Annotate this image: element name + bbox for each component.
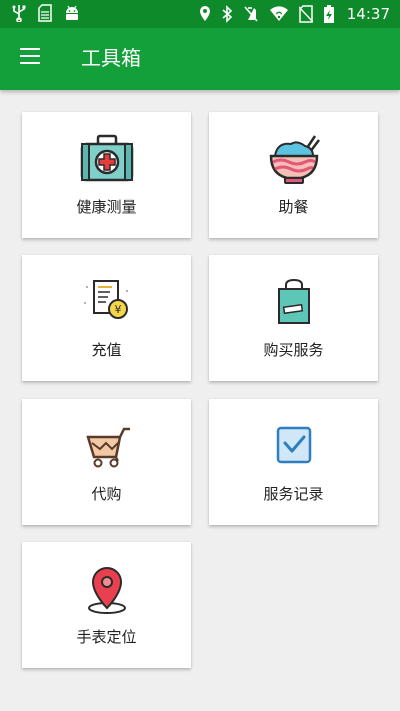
tool-label: 健康测量 [76, 198, 137, 216]
no-sim-icon [298, 5, 313, 23]
tool-label: 助餐 [278, 198, 309, 216]
tool-card-service-record[interactable]: 服务记录 [209, 399, 378, 525]
location-pin-icon [77, 564, 137, 620]
sim-card-icon [38, 4, 52, 22]
tool-label: 服务记录 [263, 485, 324, 503]
recharge-receipt-icon: ¥ [77, 277, 137, 333]
page-title: 工具箱 [81, 46, 141, 70]
tool-card-health-measure[interactable]: 健康测量 [22, 112, 191, 238]
bluetooth-icon [221, 5, 233, 23]
battery-charging-icon [323, 5, 335, 23]
status-time: 14:37 [346, 5, 390, 23]
medical-kit-icon [77, 134, 137, 190]
hamburger-menu-icon[interactable] [20, 48, 42, 68]
tool-label: 购买服务 [263, 341, 324, 359]
shopping-cart-icon [77, 421, 137, 477]
tool-label: 代购 [91, 485, 122, 503]
tool-card-proxy-purchase[interactable]: 代购 [22, 399, 191, 525]
android-icon [64, 4, 80, 22]
tool-card-meal-assist[interactable]: 助餐 [209, 112, 378, 238]
shopping-bag-icon [264, 277, 324, 333]
wifi-icon [269, 5, 289, 23]
tool-label: 充值 [91, 341, 122, 359]
vibrate-off-icon [243, 5, 259, 23]
tool-card-recharge[interactable]: ¥ 充值 [22, 255, 191, 381]
tool-label: 手表定位 [76, 628, 137, 646]
food-bowl-icon [264, 134, 324, 190]
svg-text:¥: ¥ [114, 303, 121, 316]
usb-icon [12, 4, 26, 22]
tool-card-buy-service[interactable]: 购买服务 [209, 255, 378, 381]
checkbox-record-icon [264, 421, 324, 477]
tool-card-watch-location[interactable]: 手表定位 [22, 542, 191, 668]
app-bar: 工具箱 [0, 28, 400, 90]
location-icon [199, 5, 211, 23]
status-bar: 14:37 [0, 0, 400, 28]
